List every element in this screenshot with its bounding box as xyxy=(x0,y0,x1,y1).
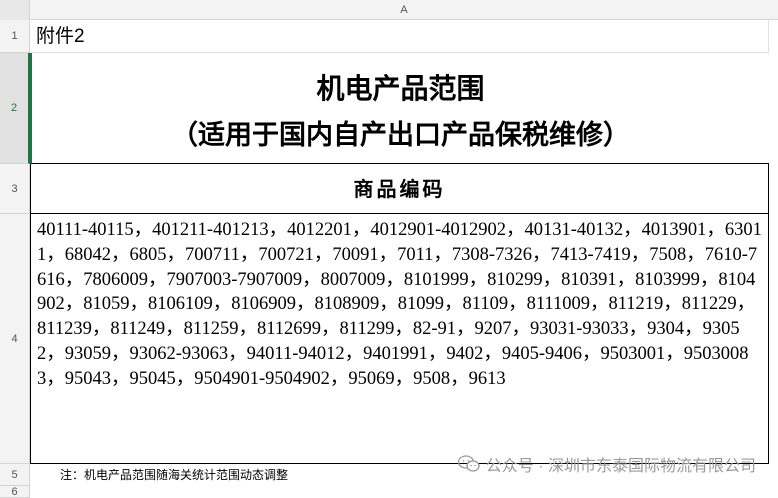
row-header-3[interactable]: 3 xyxy=(0,164,30,214)
cell-a1[interactable]: 附件2 xyxy=(30,20,769,53)
column-header-bar: A xyxy=(0,0,778,20)
cell-a2-title[interactable]: 机电产品范围 （适用于国内自产出口产品保税维修） xyxy=(30,53,769,164)
cell-a4-codes[interactable]: 40111-40115，401211-401213，4012201，401290… xyxy=(30,214,769,464)
column-header-a[interactable]: A xyxy=(30,0,778,20)
row-header-6[interactable]: 6 xyxy=(0,486,30,498)
watermark-text: 公众号 · 深圳市东泰国际物流有限公司 xyxy=(485,458,756,475)
wechat-icon xyxy=(457,455,480,473)
row-header-1[interactable]: 1 xyxy=(0,20,30,53)
watermark: 公众号 · 深圳市东泰国际物流有限公司 xyxy=(457,452,756,476)
row-header-5[interactable]: 5 xyxy=(0,464,30,486)
title-line-2: （适用于国内自产出口产品保税维修） xyxy=(171,120,630,151)
select-all-corner[interactable] xyxy=(0,0,30,20)
row-header-2[interactable]: 2 xyxy=(0,53,30,164)
cell-a3-header[interactable]: 商品编码 xyxy=(30,164,769,214)
title-line-1: 机电产品范围 xyxy=(316,72,485,105)
row-header-4[interactable]: 4 xyxy=(0,214,30,464)
